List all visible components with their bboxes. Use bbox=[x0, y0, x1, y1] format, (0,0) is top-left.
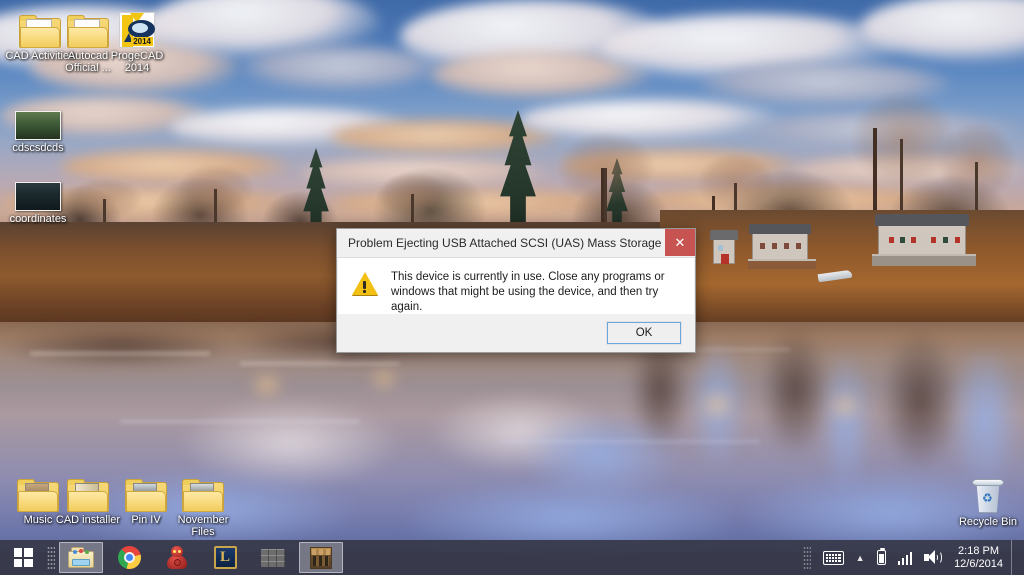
show-hidden-icons-chevron-up-icon[interactable]: ▲ bbox=[850, 540, 871, 575]
warning-icon bbox=[352, 272, 378, 296]
league-of-legends-icon: L bbox=[213, 546, 237, 569]
volume-icon[interactable] bbox=[918, 540, 948, 575]
dialog-title: Problem Ejecting USB Attached SCSI (UAS)… bbox=[348, 236, 695, 250]
desktop-icon-label: Recycle Bin bbox=[958, 516, 1018, 528]
desktop-icon-cdscsdcds[interactable]: cdscsdcds bbox=[0, 96, 76, 154]
windows-logo-icon bbox=[13, 548, 33, 567]
taskbar-item-chrome[interactable] bbox=[107, 542, 151, 573]
red-character-icon bbox=[167, 546, 187, 569]
recycle-bin-icon: ♻ bbox=[950, 470, 1024, 514]
desktop-icon-label: November Files bbox=[177, 514, 229, 538]
dialog-footer: OK bbox=[337, 314, 695, 352]
chevron-up-glyph: ▲ bbox=[855, 552, 865, 563]
network-signal-icon[interactable] bbox=[892, 540, 919, 575]
show-desktop-button[interactable] bbox=[1011, 540, 1018, 575]
clock[interactable]: 2:18 PM 12/6/2014 bbox=[948, 545, 1011, 571]
progecad-icon: 2014 bbox=[99, 4, 175, 48]
system-tray: ▲ 2:18 PM 12/6/2014 bbox=[802, 540, 1024, 575]
chrome-icon bbox=[117, 546, 141, 569]
ok-button[interactable]: OK bbox=[606, 321, 682, 345]
taskbar-grip[interactable] bbox=[47, 545, 55, 570]
taskbar: L ▲ 2:18 PM 12/6/2014 bbox=[0, 540, 1024, 575]
image-thumbnail-icon bbox=[0, 167, 76, 211]
wallpaper-shed bbox=[710, 230, 738, 264]
wallpaper-house-right bbox=[875, 214, 969, 258]
dialog-message: This device is currently in use. Close a… bbox=[391, 271, 665, 313]
taskbar-item-league-of-legends[interactable]: L bbox=[203, 542, 247, 573]
eject-error-dialog: Problem Ejecting USB Attached SCSI (UAS)… bbox=[336, 228, 696, 353]
dialog-titlebar[interactable]: Problem Ejecting USB Attached SCSI (UAS)… bbox=[337, 229, 695, 258]
clock-date: 12/6/2014 bbox=[954, 557, 1003, 570]
taskbar-item-red-character[interactable] bbox=[155, 542, 199, 573]
keyboard-icon[interactable] bbox=[817, 540, 850, 575]
tray-grip bbox=[802, 545, 811, 570]
desktop-icon-coordinates[interactable]: coordinates bbox=[0, 167, 76, 225]
close-icon[interactable]: ✕ bbox=[665, 229, 695, 256]
desktop-icon-label: coordinates bbox=[9, 213, 67, 225]
desktop-icon-label: cdscsdcds bbox=[12, 142, 64, 154]
battery-icon[interactable] bbox=[871, 540, 892, 575]
start-button[interactable] bbox=[0, 540, 46, 575]
desktop-icon-november-files[interactable]: November Files bbox=[165, 468, 241, 538]
progecad-year-badge: 2014 bbox=[131, 37, 153, 46]
image-thumbnail-icon bbox=[0, 96, 76, 140]
taskbar-item-brick[interactable] bbox=[251, 542, 295, 573]
minecraft-icon bbox=[310, 546, 332, 569]
taskbar-item-file-explorer[interactable] bbox=[59, 542, 103, 573]
wallpaper-house-left bbox=[749, 224, 811, 262]
desktop-icon-progecad-2014[interactable]: 2014 ProgeCAD 2014 bbox=[99, 4, 175, 74]
desktop-icon-recycle-bin[interactable]: ♻ Recycle Bin bbox=[950, 470, 1024, 528]
desktop-screen: CAD Activities Autocad Official ... 2014… bbox=[0, 0, 1024, 575]
desktop-icon-label: ProgeCAD 2014 bbox=[110, 50, 164, 74]
file-explorer-icon bbox=[68, 547, 94, 568]
taskbar-item-minecraft[interactable] bbox=[299, 542, 343, 573]
folder-icon bbox=[165, 468, 241, 512]
dialog-body: This device is currently in use. Close a… bbox=[338, 258, 694, 314]
brick-icon bbox=[261, 548, 285, 567]
clock-time: 2:18 PM bbox=[958, 544, 1000, 557]
